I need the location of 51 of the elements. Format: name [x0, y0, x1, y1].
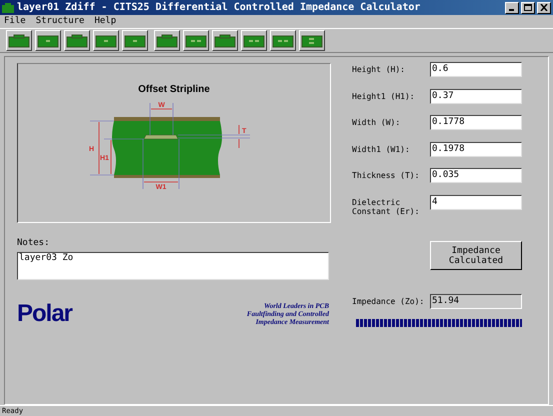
- circuit-board-icon: [243, 34, 265, 48]
- value-field[interactable]: 0.6: [430, 62, 522, 77]
- field-label: Thickness (T):: [352, 170, 420, 180]
- circuit-board-icon: [66, 34, 88, 48]
- toolbar-button[interactable]: [122, 30, 148, 51]
- field-label: Width1 (W1):: [352, 144, 411, 154]
- menu-item[interactable]: Structure: [36, 14, 84, 28]
- diagram-title: Offset Stripline: [138, 83, 210, 97]
- toolbar-button[interactable]: [6, 30, 32, 51]
- notes-field[interactable]: layer03 Zo: [17, 252, 329, 280]
- circuit-board-icon: [124, 34, 146, 48]
- circuit-board-icon: [301, 34, 323, 48]
- toolbar-button[interactable]: [212, 30, 238, 51]
- toolbar-button[interactable]: [183, 30, 209, 51]
- circuit-board-icon: [156, 34, 178, 48]
- value-field[interactable]: 0.1778: [430, 115, 522, 130]
- menu-item[interactable]: Help: [94, 14, 116, 28]
- impedance-value: 51.94: [430, 294, 522, 309]
- maximize-icon: [524, 4, 532, 11]
- circuit-board-icon: [272, 34, 294, 48]
- maximize-button[interactable]: [521, 2, 535, 14]
- toolbar-button[interactable]: [93, 30, 119, 51]
- value-field[interactable]: 0.035: [430, 168, 522, 183]
- field-label: Width (W):: [352, 117, 402, 127]
- close-button[interactable]: [537, 2, 551, 14]
- company-logo: Polar: [17, 302, 72, 326]
- circuit-board-icon: [185, 34, 207, 48]
- toolbar-button[interactable]: [270, 30, 296, 51]
- circuit-board-icon: [8, 34, 30, 48]
- notes-label: Notes:: [17, 237, 51, 250]
- toolbar-button[interactable]: [241, 30, 267, 51]
- toolbar-button[interactable]: [35, 30, 61, 51]
- field-label: Height1 (H1):: [352, 90, 416, 100]
- toolbar-button[interactable]: [64, 30, 90, 51]
- close-icon: [540, 4, 548, 11]
- value-field[interactable]: 0.1978: [430, 142, 522, 156]
- circuit-board-icon: [95, 34, 117, 48]
- menu-item[interactable]: File: [4, 14, 26, 28]
- window-title: layer01 Zdiff - CITS25 Differential Controlled Impedance Calculator: [17, 0, 420, 15]
- toolbar-button[interactable]: [299, 30, 325, 51]
- field-label: Dielectric Constant (Er):: [352, 196, 420, 216]
- minimize-button[interactable]: [505, 2, 519, 14]
- value-field[interactable]: 4: [430, 194, 522, 210]
- impedance-label: Impedance (Zo):: [352, 296, 426, 308]
- circuit-board-icon: [214, 34, 236, 48]
- field-label: Height (H):: [352, 64, 406, 74]
- calculate-button[interactable]: Impedance Calculated: [430, 241, 522, 270]
- value-field[interactable]: 0.37: [430, 88, 522, 104]
- toolbar-button[interactable]: [154, 30, 180, 51]
- app-icon: [2, 2, 14, 12]
- circuit-board-icon: [37, 34, 59, 48]
